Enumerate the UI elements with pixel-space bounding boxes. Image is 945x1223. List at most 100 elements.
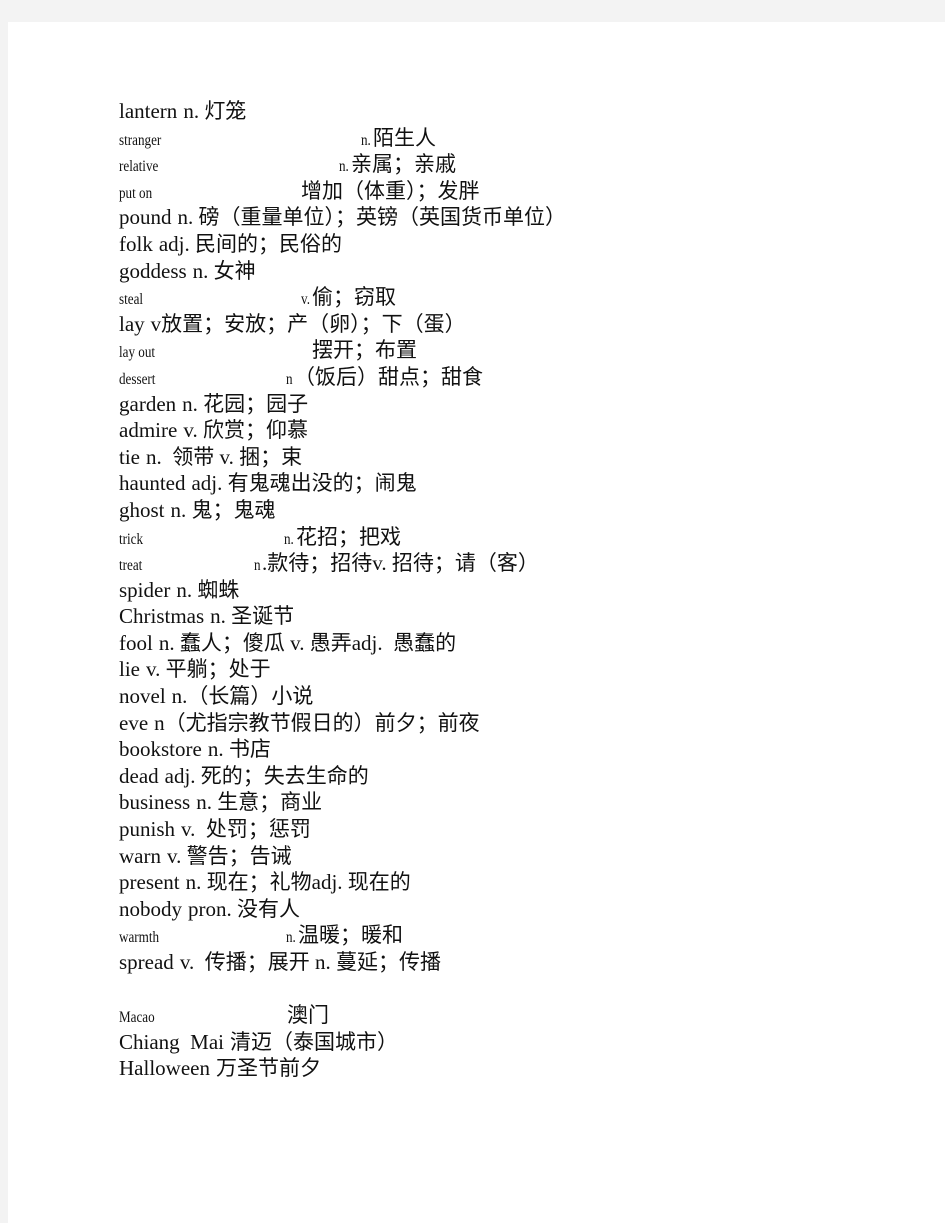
vocab-entry: Christmas n. 圣诞节	[119, 603, 819, 630]
vocab-definition: 温暖；暖和	[298, 923, 403, 948]
vocab-word: dessert	[119, 370, 156, 388]
vocab-definition: n.（长篇）小说	[171, 684, 314, 709]
vocab-word: fool	[119, 630, 153, 655]
vocab-definition: pron. 没有人	[188, 896, 300, 921]
vocab-entry: relative n. 亲属；亲戚	[119, 151, 819, 178]
vocab-pos: n.	[361, 131, 371, 149]
vocab-word: steal	[119, 291, 144, 309]
vocab-word: lie	[119, 657, 140, 682]
vocab-word: pound	[119, 205, 172, 230]
vocab-definition: v放置；安放；产（卵）；下（蛋）	[150, 311, 466, 336]
proper-noun-word: Macao	[119, 1009, 155, 1027]
vocab-entry: novel n.（长篇）小说	[119, 683, 819, 710]
proper-noun-definition: 澳门	[287, 1003, 329, 1028]
vocab-definition: v. 警告；告诫	[166, 843, 292, 868]
vocab-definition: n. 生意；商业	[196, 790, 323, 815]
vocab-word: treat	[119, 557, 143, 575]
vocab-entry: present n. 现在；礼物adj. 现在的	[119, 869, 819, 896]
proper-noun-definition: 清迈（泰国城市）	[230, 1029, 398, 1054]
vocab-pos: n.	[339, 158, 349, 176]
vocab-definition: v. 欣赏；仰慕	[183, 418, 308, 443]
vocab-definition: 陌生人	[373, 125, 436, 150]
proper-noun-word: Halloween	[119, 1056, 210, 1081]
vocab-word: eve	[119, 710, 149, 735]
vocab-entry: warmth n. 温暖；暖和	[119, 922, 819, 949]
vocab-word: dead	[119, 763, 159, 788]
vocab-entry: warn v. 警告；告诫	[119, 843, 819, 870]
vocab-entry: folk adj. 民间的；民俗的	[119, 231, 819, 258]
vocab-entry: fool n. 蠢人；傻瓜 v. 愚弄adj. 愚蠢的	[119, 630, 819, 657]
vocab-pos: n	[286, 370, 293, 388]
vocab-entry: goddess n. 女神	[119, 258, 819, 285]
vocab-word: folk	[119, 231, 153, 256]
vocab-definition: n. 鬼；鬼魂	[170, 497, 276, 522]
proper-noun-word: Chiang Mai	[119, 1029, 224, 1054]
vocab-entry: lay out 摆开；布置	[119, 337, 819, 364]
proper-noun-entry: Halloween 万圣节前夕	[119, 1055, 819, 1082]
proper-noun-entry: Chiang Mai 清迈（泰国城市）	[119, 1029, 819, 1056]
vocab-definition: 摆开；布置	[312, 338, 417, 363]
vocab-definition: n. 书店	[207, 737, 271, 762]
vocab-entry: haunted adj. 有鬼魂出没的；闹鬼	[119, 470, 819, 497]
vocab-entry: eve n（尤指宗教节假日的）前夕；前夜	[119, 710, 819, 737]
vocab-definition: （饭后）甜点；甜食	[294, 364, 483, 389]
vocab-entry: lie v. 平躺；处于	[119, 656, 819, 683]
vocab-word: novel	[119, 684, 166, 709]
vocab-definition: v. 传播；展开 n. 蔓延；传播	[179, 950, 441, 974]
vocab-word: spider	[119, 577, 171, 602]
proper-noun-definition: 万圣节前夕	[215, 1056, 321, 1081]
vocab-entry: put on 增加（体重）；发胖	[119, 178, 819, 205]
vocab-word: lay out	[119, 344, 156, 362]
vocab-word: stranger	[119, 131, 162, 149]
vocab-entry: nobody pron. 没有人	[119, 896, 819, 923]
vocab-entry: steal v.偷；窃取	[119, 284, 819, 311]
vocab-definition: n. 圣诞节	[210, 604, 295, 629]
vocab-definition: n. 蠢人；傻瓜 v. 愚弄adj. 愚蠢的	[158, 630, 457, 655]
vocab-pos: n	[254, 557, 261, 575]
vocab-entry: stranger n. 陌生人	[119, 125, 819, 152]
vocab-entry: garden n. 花园；园子	[119, 391, 819, 418]
vocab-definition: n. 花园；园子	[182, 391, 309, 416]
vocab-definition: .款待；招待v. 招待；请（客）	[262, 551, 539, 576]
vocab-word: tie	[119, 444, 140, 469]
vocab-word: goddess	[119, 258, 187, 283]
vocab-definition: n. 灯笼	[183, 99, 247, 123]
vocab-entry: lay v放置；安放；产（卵）；下（蛋）	[119, 311, 819, 338]
vocab-definition: v. 平躺；处于	[146, 657, 271, 682]
vocab-word: garden	[119, 391, 177, 416]
vocab-word: haunted	[119, 471, 186, 496]
vocab-word: spread	[119, 950, 174, 974]
vocab-word: lantern	[119, 99, 178, 123]
vocab-entry: dessert n（饭后）甜点；甜食	[119, 364, 819, 391]
vocab-entry: punish v. 处罚；惩罚	[119, 816, 819, 843]
vocab-definition: adj. 民间的；民俗的	[158, 231, 342, 256]
vocab-definition: n. 现在；礼物adj. 现在的	[185, 870, 411, 895]
vocab-word: bookstore	[119, 737, 202, 762]
vocab-entry: lantern n. 灯笼	[119, 98, 819, 125]
vocab-word: lay	[119, 311, 145, 336]
vocab-word: trick	[119, 530, 144, 548]
vocab-entry: admire v. 欣赏；仰慕	[119, 417, 819, 444]
vocab-word: put on	[119, 184, 153, 202]
vocab-word: ghost	[119, 497, 165, 522]
vocab-definition: v. 处罚；惩罚	[181, 817, 311, 842]
vocab-definition: 增加（体重）；发胖	[301, 178, 480, 203]
vocab-definition: n（尤指宗教节假日的）前夕；前夜	[154, 710, 480, 735]
vocab-entry: trick n. 花招；把戏	[119, 524, 819, 551]
vocab-entry: dead adj. 死的；失去生命的	[119, 763, 819, 790]
vocab-entry: bookstore n. 书店	[119, 736, 819, 763]
vocab-entry: pound n. 磅（重量单位）；英镑（英国货币单位）	[119, 204, 819, 231]
vocab-definition: n. 领带 v. 捆；束	[146, 444, 303, 469]
vocab-word: present	[119, 870, 180, 895]
vocab-definition: 亲属；亲戚	[351, 152, 456, 177]
vocab-entry: ghost n. 鬼；鬼魂	[119, 497, 819, 524]
vocab-entry: spread v. 传播；展开 n. 蔓延；传播	[119, 949, 819, 976]
vocab-word: nobody	[119, 896, 182, 921]
vocab-definition: n. 磅（重量单位）；英镑（英国货币单位）	[177, 205, 567, 230]
document-page: lantern n. 灯笼 stranger n. 陌生人 relative n. 亲属；…	[8, 22, 945, 1223]
vocab-entry: spider n. 蜘蛛	[119, 577, 819, 604]
vocab-pos: n.	[286, 929, 296, 947]
vocab-definition: 花招；把戏	[296, 524, 401, 549]
vocab-definition: n. 蜘蛛	[176, 577, 240, 602]
vocab-word: admire	[119, 418, 178, 443]
